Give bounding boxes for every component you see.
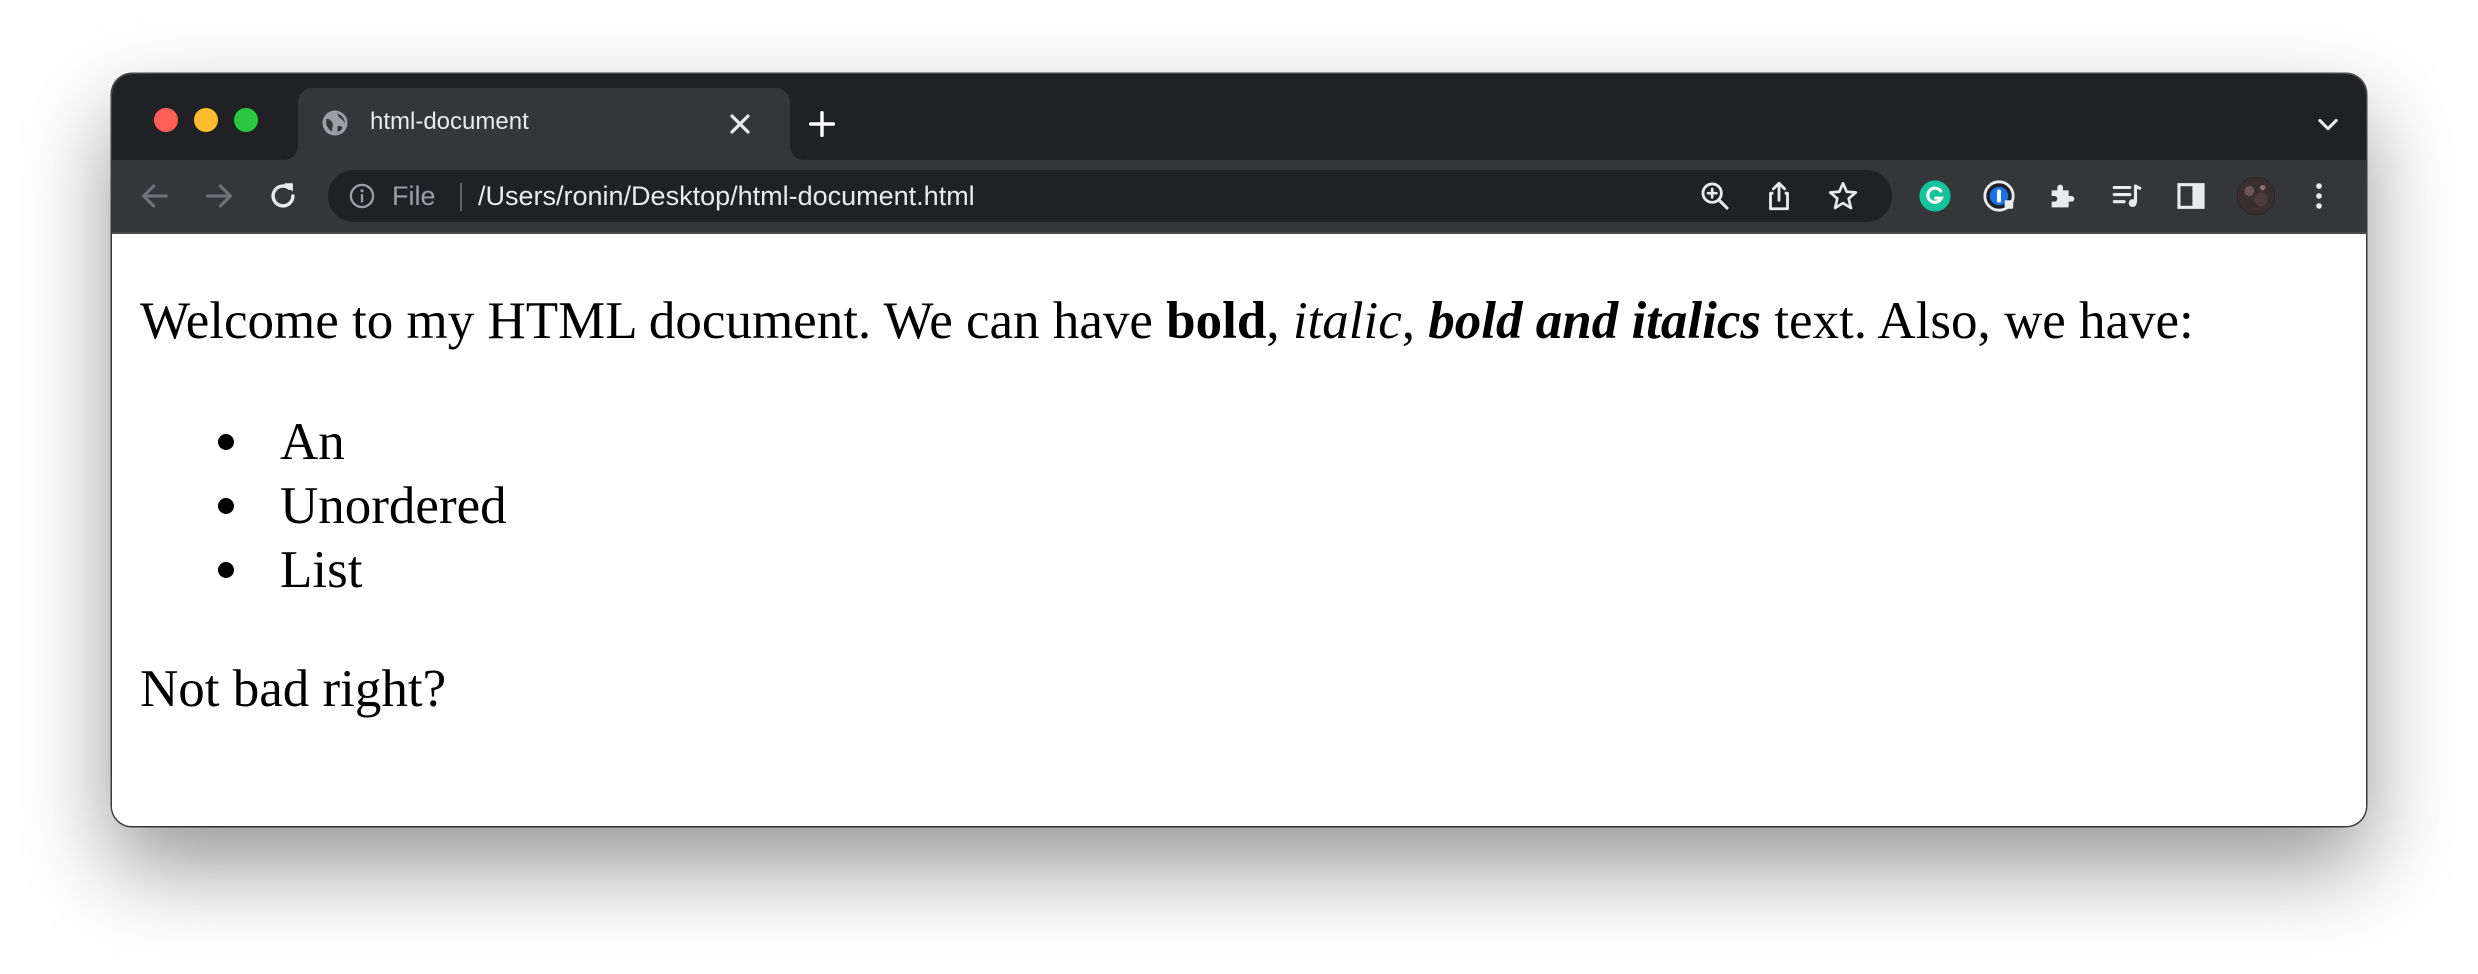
bookmark-star-icon[interactable] xyxy=(1826,179,1860,213)
unordered-list: An Unordered List xyxy=(218,410,507,602)
globe-icon xyxy=(322,110,348,136)
page-content: Welcome to my HTML document. We can have… xyxy=(112,234,2366,826)
side-panel-icon[interactable] xyxy=(2174,179,2208,213)
menu-kebab-icon[interactable] xyxy=(2302,179,2336,213)
close-tab-icon[interactable] xyxy=(724,108,756,140)
forward-arrow-icon[interactable] xyxy=(202,179,236,213)
url-text[interactable]: /Users/ronin/Desktop/html-document.html xyxy=(478,180,975,212)
bullet-marker xyxy=(218,562,234,578)
share-icon[interactable] xyxy=(1762,179,1796,213)
closing-paragraph: Not bad right? xyxy=(140,660,447,718)
address-bar[interactable]: File /Users/ronin/Desktop/html-document.… xyxy=(328,170,1892,222)
italic-text: italic xyxy=(1292,292,1402,350)
list-item-text: An xyxy=(280,413,345,471)
zoom-icon[interactable] xyxy=(1698,179,1732,213)
reload-icon[interactable] xyxy=(266,179,300,213)
back-arrow-icon[interactable] xyxy=(138,179,172,213)
list-item-text: Unordered xyxy=(280,477,507,535)
intro-paragraph: Welcome to my HTML document. We can have… xyxy=(140,290,2194,352)
tab-search-chevron-icon[interactable] xyxy=(2314,110,2342,138)
bold-italic-text: bold and italics xyxy=(1428,292,1762,350)
separator-text: , xyxy=(1266,292,1293,350)
separator-text: , xyxy=(1401,292,1429,350)
list-item: Unordered xyxy=(218,474,507,538)
browser-window: html-document File /Users/ronin/Desktop/… xyxy=(112,74,2366,826)
list-item: An xyxy=(218,410,507,474)
list-item: List xyxy=(218,538,507,602)
new-tab-icon[interactable] xyxy=(805,107,839,141)
bullet-marker xyxy=(218,498,234,514)
bold-text: bold xyxy=(1166,292,1267,350)
intro-ending-text: text. Also, we have: xyxy=(1761,292,2194,350)
password-manager-icon[interactable] xyxy=(1982,179,2016,213)
url-divider xyxy=(460,183,462,211)
toolbar: File /Users/ronin/Desktop/html-document.… xyxy=(112,160,2366,234)
reading-list-icon[interactable] xyxy=(2110,179,2144,213)
intro-text: Welcome to my HTML document. We can have xyxy=(140,292,1167,350)
minimize-window-button[interactable] xyxy=(194,108,218,132)
profile-avatar[interactable] xyxy=(2236,176,2276,216)
fullscreen-window-button[interactable] xyxy=(234,108,258,132)
tab-html-document[interactable]: html-document xyxy=(298,88,790,160)
grammarly-icon[interactable] xyxy=(1918,179,1952,213)
extensions-puzzle-icon[interactable] xyxy=(2046,179,2080,213)
info-icon[interactable] xyxy=(348,182,376,210)
url-scheme-label: File xyxy=(392,181,436,211)
close-window-button[interactable] xyxy=(154,108,178,132)
list-item-text: List xyxy=(280,541,363,599)
tab-title: html-document xyxy=(370,108,529,135)
bullet-marker xyxy=(218,434,234,450)
tab-strip: html-document xyxy=(112,74,2366,160)
